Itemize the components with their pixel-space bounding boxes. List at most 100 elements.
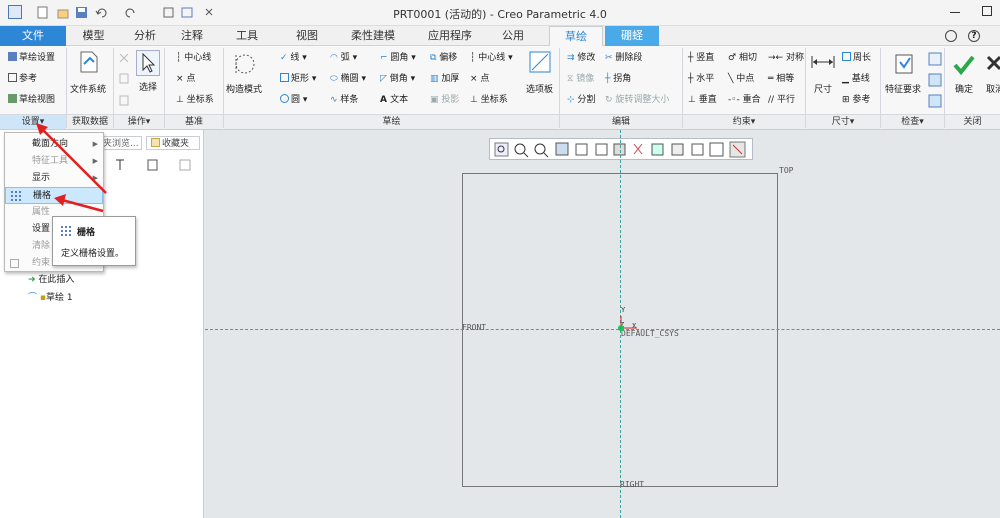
circle-button[interactable]: 圆 ▾ bbox=[280, 94, 307, 106]
construction-mode-button[interactable]: 构造模式 bbox=[226, 84, 262, 96]
group-constrain[interactable]: 约束▾ bbox=[683, 114, 805, 129]
modify-label: 修改 bbox=[577, 53, 596, 63]
tab-extra[interactable]: 硼蛏 bbox=[605, 26, 659, 46]
dimension-button[interactable]: 尺寸 bbox=[814, 84, 832, 96]
sketch-feature-icon: ⌒ bbox=[28, 293, 40, 303]
ellipse-icon: ⬭ bbox=[330, 74, 341, 84]
cancel-button[interactable]: 取消 bbox=[986, 84, 1000, 96]
maximize-icon[interactable] bbox=[982, 6, 992, 16]
symmetric-label: 对称 bbox=[785, 53, 804, 63]
arc-button[interactable]: ◠ 弧 ▾ bbox=[330, 52, 357, 64]
group-inspect[interactable]: 检查▾ bbox=[881, 114, 944, 129]
chamfer-button[interactable]: ◸ 倒角 ▾ bbox=[380, 73, 415, 85]
chamfer-icon: ◸ bbox=[380, 74, 390, 84]
right-plane-label: RIGHT bbox=[620, 480, 645, 489]
sketch-csys-button[interactable]: ⊥ 坐标系 bbox=[470, 94, 508, 106]
vertical-label: 竖直 bbox=[696, 53, 715, 63]
tangent-constraint-button[interactable]: ♂ 相切 bbox=[728, 52, 757, 64]
sketch-csys-label: 坐标系 bbox=[480, 95, 508, 105]
coincident-icon: -◦- bbox=[728, 95, 743, 105]
text-button[interactable]: A 文本 bbox=[380, 94, 408, 106]
horizontal-constraint-button[interactable]: ┼ 水平 bbox=[688, 73, 714, 85]
feature-requirements-icon bbox=[892, 52, 918, 76]
equal-label: 相等 bbox=[776, 74, 795, 84]
palette-button[interactable]: 选项板 bbox=[526, 84, 553, 96]
inspect-toggle-icons[interactable] bbox=[928, 52, 942, 112]
point-icon: × bbox=[470, 74, 481, 84]
project-button[interactable]: ▣ 投影 bbox=[430, 94, 459, 106]
perimeter-button[interactable]: 周长 bbox=[842, 52, 871, 64]
thicken-icon: ▥ bbox=[430, 74, 442, 84]
csys-icon: ⊥ bbox=[470, 95, 481, 105]
tab-common[interactable]: 公用 bbox=[490, 26, 536, 46]
circle-icon bbox=[280, 94, 289, 103]
baseline-button[interactable]: ▁ 基线 bbox=[842, 73, 870, 85]
tree-item-sketch1[interactable]: ⌒ ▪草绘 1 bbox=[28, 290, 73, 303]
csys-triad-icon bbox=[615, 312, 645, 334]
thicken-button[interactable]: ▥ 加厚 bbox=[430, 73, 459, 85]
rectangle-button[interactable]: 矩形 ▾ bbox=[280, 73, 316, 85]
midpoint-constraint-button[interactable]: ╲ 中点 bbox=[728, 73, 754, 85]
spline-button[interactable]: ∿ 样条 bbox=[330, 94, 358, 106]
graphics-area[interactable]: TOP FRONT RIGHT DEFAULT_CSYS Y X Z bbox=[205, 130, 1000, 518]
top-plane-label: TOP bbox=[779, 166, 794, 175]
ok-checkmark-icon bbox=[952, 54, 976, 76]
mirror-button[interactable]: ⧖ 镜像 bbox=[567, 73, 594, 85]
mirror-icon: ⧖ bbox=[567, 74, 577, 84]
group-close: 关闭 bbox=[945, 114, 1000, 129]
rectangle-icon bbox=[280, 73, 289, 82]
dimension-icon bbox=[810, 52, 836, 72]
ellipse-label: 椭圆 bbox=[340, 74, 359, 84]
arc-label: 弧 bbox=[340, 53, 350, 63]
line-button[interactable]: ✓ 线 ▾ bbox=[280, 52, 307, 64]
rotate-resize-label: 旋转调整大小 bbox=[615, 95, 670, 105]
mirror-label: 镜像 bbox=[576, 74, 595, 84]
ok-button[interactable]: 确定 bbox=[955, 84, 973, 96]
equal-constraint-button[interactable]: ═ 相等 bbox=[768, 73, 794, 85]
delete-segment-icon: ✂ bbox=[605, 53, 616, 63]
coincident-label: 重合 bbox=[742, 95, 761, 105]
tab-sketch[interactable]: 草绘 bbox=[549, 26, 603, 47]
perpendicular-constraint-button[interactable]: ⊥ 垂直 bbox=[688, 94, 717, 106]
offset-button[interactable]: ⧉ 偏移 bbox=[430, 52, 457, 64]
sketch-centerline-button[interactable]: ┆ 中心线 ▾ bbox=[470, 52, 513, 64]
tab-flexible-modeling[interactable]: 柔性建模 bbox=[340, 26, 406, 46]
checkbox-icon[interactable] bbox=[10, 259, 19, 268]
spline-icon: ∿ bbox=[330, 95, 341, 105]
offset-icon: ⧉ bbox=[430, 53, 440, 63]
arc-icon: ◠ bbox=[330, 53, 341, 63]
corner-button[interactable]: ┼ 拐角 bbox=[605, 73, 631, 85]
line-icon: ✓ bbox=[280, 53, 291, 63]
ellipse-button[interactable]: ⬭ 椭圆 ▾ bbox=[330, 73, 366, 85]
feature-requirements-button[interactable]: 特征要求 bbox=[885, 84, 921, 96]
rotate-resize-button[interactable]: ↻ 旋转调整大小 bbox=[605, 94, 669, 106]
insert-arrow-icon: ➜ bbox=[28, 275, 39, 285]
text-label: 文本 bbox=[390, 95, 409, 105]
help-icon[interactable]: ? bbox=[968, 30, 980, 42]
delete-segment-label: 删除段 bbox=[615, 53, 643, 63]
coincident-constraint-button[interactable]: -◦- 重合 bbox=[728, 94, 761, 106]
delete-segment-button[interactable]: ✂ 删除段 bbox=[605, 52, 642, 64]
project-icon: ▣ bbox=[430, 95, 442, 105]
circle-label: 圆 bbox=[291, 95, 301, 105]
vertical-constraint-button[interactable]: ┼ 竖直 bbox=[688, 52, 714, 64]
text-icon: A bbox=[380, 95, 391, 105]
parallel-constraint-button[interactable]: // 平行 bbox=[768, 94, 795, 106]
perpendicular-label: 垂直 bbox=[698, 95, 717, 105]
search-icon[interactable] bbox=[945, 30, 957, 42]
dim-reference-button[interactable]: ⊞ 参考 bbox=[842, 94, 870, 106]
fillet-button[interactable]: ⌐ 圆角 ▾ bbox=[380, 52, 416, 64]
modify-button[interactable]: ⇉ 修改 bbox=[567, 52, 595, 64]
tab-view[interactable]: 视图 bbox=[282, 26, 332, 46]
tree-item-insert-here[interactable]: ➜ 在此插入 bbox=[28, 272, 74, 285]
parallel-icon: // bbox=[768, 95, 777, 105]
minimize-icon[interactable] bbox=[950, 12, 960, 13]
sketch-point-button[interactable]: × 点 bbox=[470, 73, 489, 85]
tab-applications[interactable]: 应用程序 bbox=[417, 26, 483, 46]
group-dimension[interactable]: 尺寸▾ bbox=[806, 114, 880, 129]
perpendicular-icon: ⊥ bbox=[688, 95, 699, 105]
symmetric-constraint-button[interactable]: →← 对称 bbox=[768, 52, 804, 64]
sketch-centerline-label: 中心线 bbox=[478, 53, 506, 63]
divide-button[interactable]: ⊹ 分割 bbox=[567, 94, 595, 106]
tab-tools[interactable]: 工具 bbox=[225, 26, 269, 46]
